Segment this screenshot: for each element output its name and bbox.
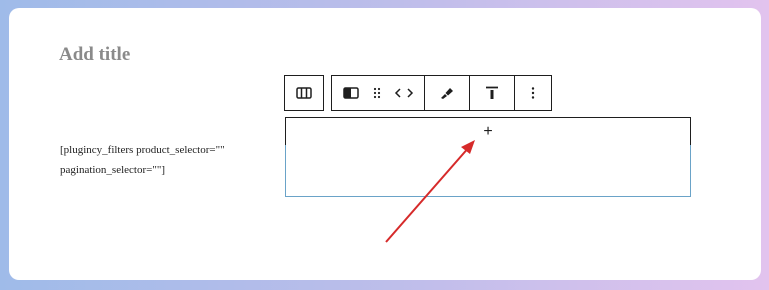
shortcode-block[interactable]: [plugincy_filters product_selector="" pa… [60, 140, 260, 180]
align-top-icon [486, 86, 498, 99]
columns-icon [296, 87, 312, 99]
inner-block-area[interactable] [285, 145, 691, 197]
more-options-button[interactable] [523, 83, 543, 103]
shortcode-line-1: [plugincy_filters product_selector="" [60, 144, 225, 156]
editor-canvas: Add title [plugincy_filters product_sele… [9, 8, 761, 280]
brush-icon [441, 88, 453, 99]
plus-icon: + [483, 122, 493, 140]
align-top-button[interactable] [482, 83, 502, 103]
toolbar-segment [469, 76, 514, 110]
post-title-placeholder[interactable]: Add title [59, 44, 130, 66]
more-options-icon [531, 87, 535, 99]
toolbar-group-block [331, 75, 552, 111]
move-block-button[interactable] [393, 83, 415, 103]
shortcode-line-2: pagination_selector=""] [60, 164, 165, 176]
toolbar-segment [514, 76, 551, 110]
select-parent-columns-button[interactable] [294, 83, 314, 103]
toolbar-segment [332, 76, 424, 110]
block-toolbar [284, 75, 552, 111]
block-type-button[interactable] [341, 83, 361, 103]
drag-handle-icon [373, 87, 381, 99]
toolbar-segment [424, 76, 469, 110]
toolbar-segment [285, 76, 323, 110]
drag-handle-button[interactable] [367, 83, 387, 103]
style-brush-button[interactable] [437, 83, 457, 103]
block-type-icon [343, 87, 359, 99]
move-arrows-icon [394, 88, 414, 98]
block-appender-button[interactable]: + [285, 117, 691, 146]
toolbar-group-parent [284, 75, 324, 111]
